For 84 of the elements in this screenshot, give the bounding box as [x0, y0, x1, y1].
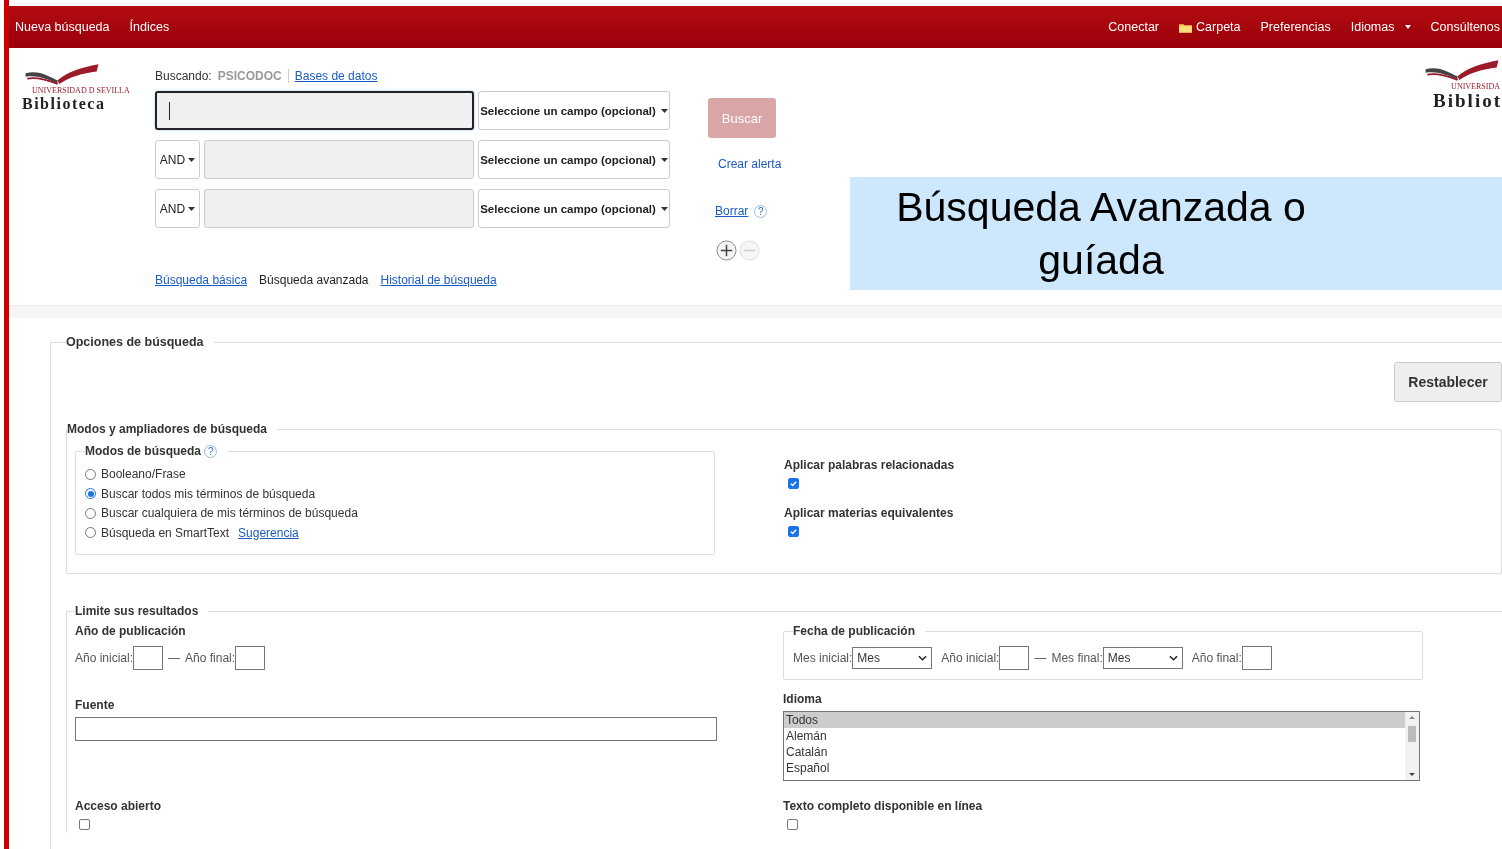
radio-button[interactable] — [85, 507, 96, 519]
create-alert-link[interactable]: Crear alerta — [718, 157, 782, 171]
field-label: Año inicial: — [941, 651, 1000, 666]
field-dropdown[interactable]: Seleccione un campo (opcional) — [478, 189, 670, 228]
folder-icon — [1179, 21, 1193, 33]
field-label: Mes final: — [1051, 651, 1103, 666]
field-label: Año final: — [185, 651, 236, 666]
field-dropdown[interactable]: Seleccione un campo (opcional) — [478, 91, 670, 130]
database-name: PSICODOC — [217, 69, 282, 83]
field-label: Idioma — [783, 692, 822, 707]
databases-link[interactable]: Bases de datos — [294, 69, 378, 83]
dash: — — [1034, 651, 1047, 666]
month-dropdown[interactable]: Mes — [852, 647, 933, 670]
caret-icon — [188, 157, 196, 162]
option-label: Aplicar palabras relacionadas — [784, 458, 955, 472]
section-title: Modos de búsqueda — [85, 444, 201, 458]
section-title: Modos y ampliadores de búsqueda — [67, 422, 269, 436]
library-name: Bibliot — [1433, 91, 1502, 110]
mode-link[interactable]: Historial de búsqueda — [380, 273, 497, 287]
help-icon[interactable]: ? — [754, 204, 768, 218]
field-label: Mes inicial: — [793, 651, 853, 666]
checkbox[interactable] — [79, 819, 90, 831]
field-dropdown[interactable]: Seleccione un campo (opcional) — [478, 140, 670, 179]
caret-icon — [660, 157, 668, 162]
field-label: Acceso abierto — [75, 799, 162, 814]
section-title: Limite sus resultados — [75, 604, 200, 619]
university-name: UNIVERSIDAD D SEVILLA — [32, 86, 130, 95]
source-field[interactable] — [75, 717, 717, 742]
searching-label: Buscando: — [155, 69, 212, 83]
suggestion-link[interactable]: Sugerencia — [238, 525, 299, 540]
month-dropdown[interactable]: Mes — [1102, 647, 1183, 670]
year-field[interactable] — [235, 646, 266, 671]
radio-label: Búsqueda en SmartText — [101, 525, 230, 540]
mode-link[interactable]: Búsqueda básica — [155, 273, 248, 287]
field-label: Año inicial: — [75, 651, 134, 666]
list-item[interactable]: Catalán — [784, 744, 1405, 761]
operator-dropdown[interactable]: AND — [155, 140, 200, 179]
nav-link[interactable]: Idiomas — [1350, 20, 1411, 34]
radio-button[interactable] — [85, 468, 96, 480]
chevron-icon — [918, 655, 928, 662]
field-label: Año de publicación — [75, 624, 186, 639]
radio-label: Buscar cualquiera de mis términos de búsqueda — [101, 506, 358, 521]
language-listbox[interactable]: Todos Alemán Catalán Español — [783, 711, 1420, 782]
radio-label: Buscar todos mis términos de búsqueda — [101, 486, 316, 501]
operator-dropdown[interactable]: AND — [155, 189, 200, 228]
chevron-icon — [1168, 655, 1178, 662]
year-field[interactable] — [999, 646, 1030, 671]
reset-button[interactable]: Restablecer — [1394, 362, 1502, 402]
caret-icon — [188, 206, 196, 211]
add-row-icon[interactable] — [716, 240, 737, 261]
field-label: Año final: — [1191, 651, 1242, 666]
nav-link[interactable]: Consúltenos — [1430, 20, 1500, 34]
checkbox[interactable] — [788, 526, 799, 537]
year-field[interactable] — [133, 646, 164, 671]
field-label: Fuente — [75, 698, 115, 713]
checkbox[interactable] — [787, 819, 798, 831]
nav-link[interactable]: Preferencias — [1260, 20, 1331, 34]
current-mode: Búsqueda avanzada — [259, 273, 369, 287]
caret-icon — [660, 206, 668, 211]
checkbox[interactable] — [788, 478, 799, 489]
section-title: Opciones de búsqueda — [66, 335, 205, 349]
caption-banner: Búsqueda Avanzada o guíada — [850, 177, 1502, 290]
field-label: Texto completo disponible en línea — [783, 799, 983, 814]
library-name: Biblioteca — [22, 95, 106, 113]
radio-label: Booleano/Frase — [101, 467, 186, 482]
radio-button[interactable] — [85, 527, 96, 539]
nav-link[interactable]: Carpeta — [1179, 20, 1241, 34]
list-item[interactable]: Alemán — [784, 728, 1405, 745]
year-field[interactable] — [1241, 646, 1272, 671]
field-title: Fecha de publicación — [793, 624, 917, 639]
search-field[interactable] — [155, 91, 474, 130]
nav-link[interactable]: Índices — [129, 20, 170, 34]
list-item[interactable]: Todos — [784, 712, 1405, 729]
help-icon[interactable]: ? — [204, 445, 218, 459]
caret-icon — [1404, 25, 1411, 29]
nav-link[interactable]: Nueva búsqueda — [15, 20, 110, 34]
radio-button[interactable] — [85, 488, 96, 500]
caret-icon — [660, 108, 668, 113]
list-item[interactable]: Español — [784, 760, 1405, 777]
clear-link[interactable]: Borrar — [715, 204, 749, 218]
nav-link[interactable]: Conectar — [1108, 20, 1160, 34]
option-label: Aplicar materias equivalentes — [784, 506, 954, 520]
university-name: UNIVERSIDA — [1451, 82, 1500, 91]
dash: — — [168, 651, 181, 666]
